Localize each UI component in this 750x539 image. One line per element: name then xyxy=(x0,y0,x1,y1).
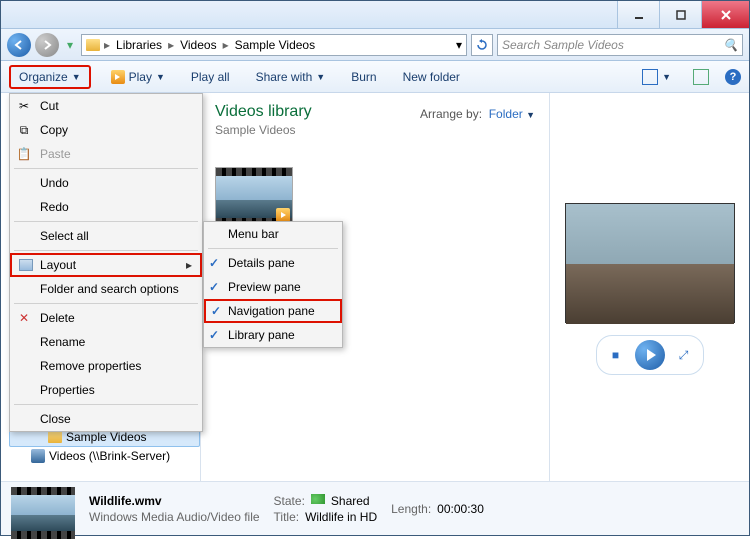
details-thumbnail xyxy=(11,487,75,531)
back-button[interactable] xyxy=(7,33,31,57)
details-title: Wildlife in HD xyxy=(305,510,377,524)
new-folder-button[interactable]: New folder xyxy=(397,67,466,87)
refresh-button[interactable] xyxy=(471,34,493,56)
cut-icon: ✂ xyxy=(16,98,32,114)
preview-play-button[interactable] xyxy=(635,340,665,370)
paste-icon: 📋 xyxy=(16,146,32,162)
play-button[interactable]: Play ▼ xyxy=(105,67,171,87)
submenu-menu-bar[interactable]: Menu bar xyxy=(204,222,342,246)
folder-icon xyxy=(48,431,62,443)
submenu-navigation-pane[interactable]: ✓Navigation pane xyxy=(204,299,342,323)
details-state: Shared xyxy=(331,494,370,508)
share-with-button[interactable]: Share with ▼ xyxy=(250,67,332,87)
network-folder-icon xyxy=(31,449,45,463)
close-button[interactable] xyxy=(701,1,749,28)
play-icon xyxy=(111,70,125,84)
address-dropdown[interactable]: ▾ xyxy=(456,38,462,52)
tree-network-videos[interactable]: Videos (\\Brink-Server) xyxy=(9,447,200,465)
menu-cut[interactable]: ✂Cut xyxy=(10,94,202,118)
submenu-preview-pane[interactable]: ✓Preview pane xyxy=(204,275,342,299)
check-icon: ✓ xyxy=(209,328,219,342)
video-thumbnail xyxy=(215,167,293,225)
play-overlay-icon xyxy=(276,208,290,222)
shared-icon xyxy=(311,494,325,504)
layout-icon xyxy=(18,257,34,273)
details-filetype: Windows Media Audio/Video file xyxy=(89,510,260,524)
layout-submenu: Menu bar ✓Details pane ✓Preview pane ✓Na… xyxy=(203,221,343,348)
body: ✂Cut ⧉Copy 📋Paste Undo Redo Select all L… xyxy=(1,93,749,481)
play-all-button[interactable]: Play all xyxy=(185,67,236,87)
details-pane: Wildlife.wmv Windows Media Audio/Video f… xyxy=(1,481,749,535)
menu-undo[interactable]: Undo xyxy=(10,171,202,195)
menu-select-all[interactable]: Select all xyxy=(10,224,202,248)
preview-controls: ■ ⤢ xyxy=(596,335,704,375)
menu-close[interactable]: Close xyxy=(10,407,202,431)
details-length: 00:00:30 xyxy=(437,502,484,516)
organize-menu: ✂Cut ⧉Copy 📋Paste Undo Redo Select all L… xyxy=(9,93,203,432)
explorer-window: ▾ ▸ Libraries ▸ Videos ▸ Sample Videos ▾… xyxy=(0,0,750,536)
maximize-button[interactable] xyxy=(659,1,701,28)
organize-button[interactable]: Organize ▼ xyxy=(9,65,91,89)
menu-remove-properties[interactable]: Remove properties xyxy=(10,354,202,378)
folder-icon xyxy=(86,39,100,51)
delete-icon: ✕ xyxy=(16,310,32,326)
library-subtitle: Sample Videos xyxy=(215,123,535,137)
titlebar xyxy=(1,1,749,29)
search-placeholder: Search Sample Videos xyxy=(502,38,624,52)
check-icon: ✓ xyxy=(209,256,219,270)
preview-image xyxy=(565,203,735,323)
burn-button[interactable]: Burn xyxy=(345,67,382,87)
menu-properties[interactable]: Properties xyxy=(10,378,202,402)
command-bar: Organize ▼ Play ▼ Play all Share with ▼ … xyxy=(1,61,749,93)
history-dropdown[interactable]: ▾ xyxy=(63,33,77,57)
preview-pane: ■ ⤢ xyxy=(549,93,749,481)
path-segment[interactable]: Videos xyxy=(178,38,218,52)
address-bar[interactable]: ▸ Libraries ▸ Videos ▸ Sample Videos ▾ xyxy=(81,34,467,56)
check-icon: ✓ xyxy=(209,280,219,294)
details-filename: Wildlife.wmv xyxy=(89,494,260,508)
copy-icon: ⧉ xyxy=(16,122,32,138)
preview-stop-button[interactable]: ■ xyxy=(607,346,625,364)
address-bar-row: ▾ ▸ Libraries ▸ Videos ▸ Sample Videos ▾… xyxy=(1,29,749,61)
path-segment[interactable]: Sample Videos xyxy=(233,38,318,52)
menu-rename[interactable]: Rename xyxy=(10,330,202,354)
arrange-by[interactable]: Arrange by: Folder ▼ xyxy=(420,107,535,121)
help-button[interactable]: ? xyxy=(725,69,741,85)
preview-fullscreen-button[interactable]: ⤢ xyxy=(675,346,693,364)
menu-delete[interactable]: ✕Delete xyxy=(10,306,202,330)
minimize-button[interactable] xyxy=(617,1,659,28)
menu-copy[interactable]: ⧉Copy xyxy=(10,118,202,142)
submenu-library-pane[interactable]: ✓Library pane xyxy=(204,323,342,347)
view-mode-button[interactable]: ▼ xyxy=(636,66,677,88)
check-icon: ✓ xyxy=(211,304,221,318)
path-separator: ▸ xyxy=(104,38,110,52)
menu-paste[interactable]: 📋Paste xyxy=(10,142,202,166)
submenu-details-pane[interactable]: ✓Details pane xyxy=(204,251,342,275)
menu-folder-options[interactable]: Folder and search options xyxy=(10,277,202,301)
forward-button[interactable] xyxy=(35,33,59,57)
search-input[interactable]: Search Sample Videos 🔍 xyxy=(497,34,743,56)
preview-pane-toggle[interactable] xyxy=(687,66,715,88)
menu-layout[interactable]: Layout xyxy=(10,253,202,277)
menu-redo[interactable]: Redo xyxy=(10,195,202,219)
path-segment[interactable]: Libraries xyxy=(114,38,164,52)
search-icon: 🔍 xyxy=(723,38,738,52)
